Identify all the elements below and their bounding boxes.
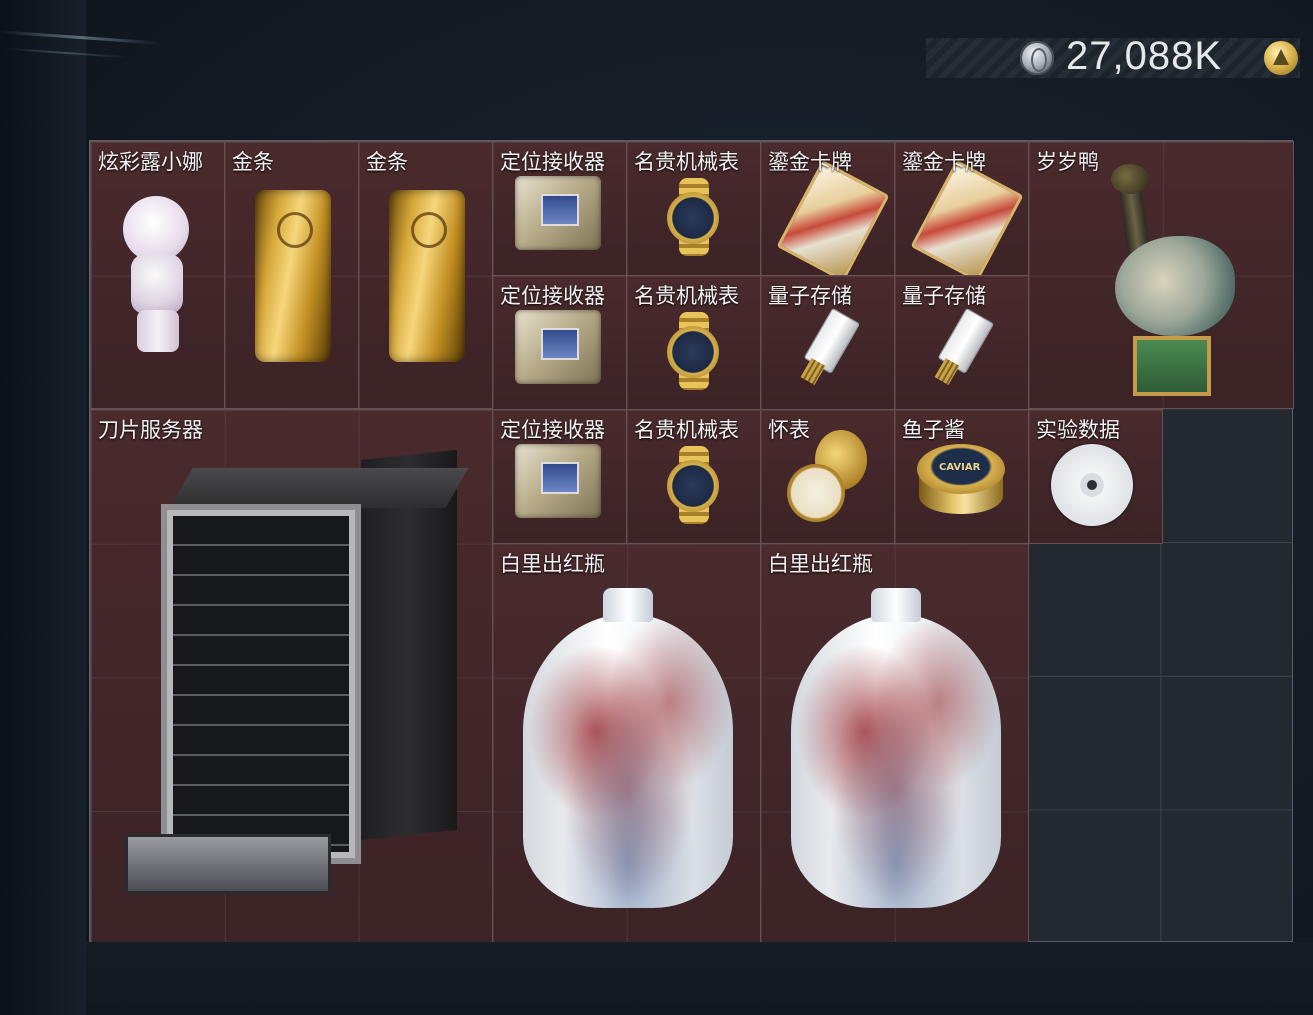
item-experiment-data[interactable]: 实验数据	[1028, 409, 1163, 544]
porcelain-vase-icon	[523, 588, 733, 908]
item-label: 定位接收器	[500, 418, 605, 442]
item-label: 炫彩露小娜	[98, 150, 203, 174]
gilded-card-icon	[910, 159, 1024, 275]
item-label: 量子存储	[768, 284, 852, 308]
currency-value: 27,088K	[1066, 34, 1223, 78]
item-label: 刀片服务器	[98, 418, 203, 442]
item-caviar[interactable]: 鱼子酱	[894, 409, 1029, 544]
inventory-grid: 炫彩露小娜 金条 金条 定位接收器 名贵机械表 鎏金卡牌 鎏金卡牌 岁岁鸭 定位	[89, 140, 1294, 943]
item-label: 岁岁鸭	[1036, 150, 1099, 174]
silver-coin-icon	[1020, 41, 1054, 75]
item-label: 白里出红瓶	[500, 552, 605, 576]
item-label: 实验数据	[1036, 418, 1120, 442]
item-label: 白里出红瓶	[768, 552, 873, 576]
item-luxury-watch[interactable]: 名贵机械表	[626, 275, 761, 410]
caviar-tin-icon	[917, 444, 1005, 518]
item-gilded-card[interactable]: 鎏金卡牌	[760, 141, 895, 276]
item-locator-receiver[interactable]: 定位接收器	[492, 141, 627, 276]
blade-server-icon	[125, 449, 469, 900]
pocket-watch-icon	[783, 430, 867, 526]
gold-bar-icon	[389, 190, 465, 362]
duck-statue-icon	[1097, 164, 1237, 404]
left-edge-panel	[0, 0, 86, 1015]
item-label: 金条	[232, 150, 274, 174]
locator-receiver-icon	[515, 176, 601, 250]
item-figurine[interactable]: 炫彩露小娜	[90, 141, 225, 409]
item-quantum-storage[interactable]: 量子存储	[760, 275, 895, 410]
item-luxury-watch[interactable]: 名贵机械表	[626, 141, 761, 276]
item-label: 名贵机械表	[634, 284, 739, 308]
item-gold-bar[interactable]: 金条	[224, 141, 359, 409]
porcelain-vase-icon	[791, 588, 1001, 908]
item-quantum-storage[interactable]: 量子存储	[894, 275, 1029, 410]
figurine-icon	[113, 192, 199, 352]
luxury-watch-icon	[661, 312, 727, 390]
item-luxury-watch[interactable]: 名贵机械表	[626, 409, 761, 544]
locator-receiver-icon	[515, 310, 601, 384]
item-locator-receiver[interactable]: 定位接收器	[492, 409, 627, 544]
gold-bar-icon	[255, 190, 331, 362]
gilded-card-icon	[776, 159, 890, 275]
quantum-storage-icon	[928, 307, 995, 391]
item-locator-receiver[interactable]: 定位接收器	[492, 275, 627, 410]
item-label: 鎏金卡牌	[768, 150, 852, 174]
item-duck-statue[interactable]: 岁岁鸭	[1028, 141, 1294, 409]
currency-display: 27,088K	[926, 34, 1300, 78]
item-blade-server[interactable]: 刀片服务器	[90, 409, 493, 943]
item-pocket-watch[interactable]: 怀表	[760, 409, 895, 544]
item-porcelain-vase[interactable]: 白里出红瓶	[760, 543, 1029, 943]
gold-triangle-badge-icon	[1264, 41, 1298, 75]
item-label: 鎏金卡牌	[902, 150, 986, 174]
item-label: 定位接收器	[500, 150, 605, 174]
item-label: 金条	[366, 150, 408, 174]
quantum-storage-icon	[794, 307, 861, 391]
item-label: 定位接收器	[500, 284, 605, 308]
item-porcelain-vase[interactable]: 白里出红瓶	[492, 543, 761, 943]
item-label: 怀表	[768, 418, 810, 442]
luxury-watch-icon	[661, 446, 727, 524]
item-label: 量子存储	[902, 284, 986, 308]
item-gold-bar[interactable]: 金条	[358, 141, 493, 409]
item-label: 鱼子酱	[902, 418, 965, 442]
item-label: 名贵机械表	[634, 150, 739, 174]
locator-receiver-icon	[515, 444, 601, 518]
item-label: 名贵机械表	[634, 418, 739, 442]
luxury-watch-icon	[661, 178, 727, 256]
data-disc-icon	[1051, 444, 1133, 526]
bottom-panel	[86, 942, 1313, 1015]
item-gilded-card[interactable]: 鎏金卡牌	[894, 141, 1029, 276]
